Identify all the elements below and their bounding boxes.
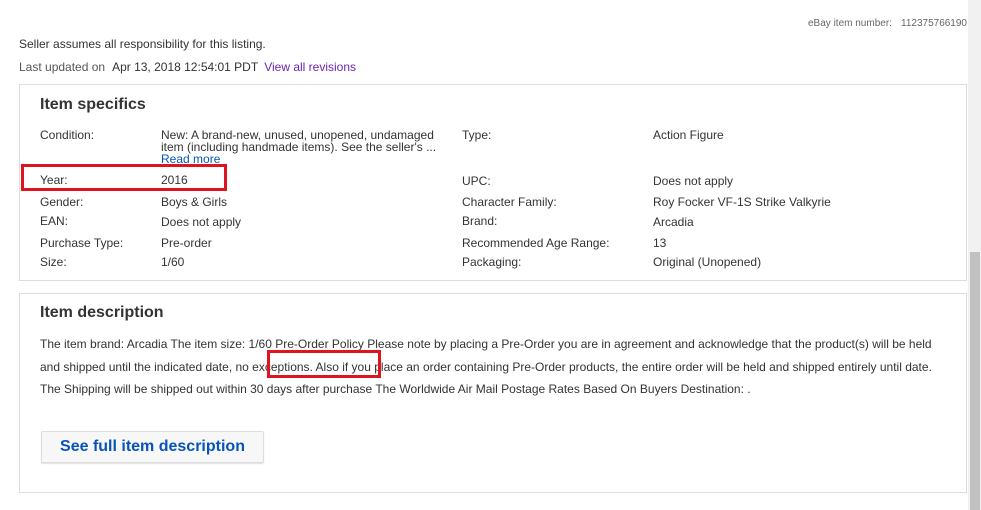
packaging-value: Original (Unopened) xyxy=(653,255,762,269)
brand-value: Arcadia xyxy=(653,215,694,229)
item-description-text: The item brand: Arcadia The item size: 1… xyxy=(40,333,940,401)
upc-label: UPC: xyxy=(462,174,491,188)
indicated-date-highlight-box xyxy=(267,350,381,378)
age-range-value: 13 xyxy=(653,236,667,250)
condition-text: New: A brand-new, unused, unopened, unda… xyxy=(161,128,437,154)
packaging-label: Packaging: xyxy=(462,255,522,269)
ean-label: EAN: xyxy=(40,214,69,228)
description-highlighted-phrase: the indicated date, xyxy=(134,359,233,374)
size-label: Size: xyxy=(40,255,67,269)
item-specifics-title: Item specifics xyxy=(40,96,146,113)
age-range-label: Recommended Age Range: xyxy=(462,236,610,250)
gender-label: Gender: xyxy=(40,195,84,209)
condition-label: Condition: xyxy=(40,128,95,142)
item-number-label: eBay item number: xyxy=(808,18,892,29)
brand-label: Brand: xyxy=(462,214,498,228)
character-family-value: Roy Focker VF-1S Strike Valkyrie xyxy=(653,195,831,209)
character-family-label: Character Family: xyxy=(462,195,557,209)
last-updated: Last updated on Apr 13, 2018 12:54:01 PDT… xyxy=(19,60,356,74)
item-description-title: Item description xyxy=(40,304,164,321)
gender-value: Boys & Girls xyxy=(161,195,228,209)
type-label: Type: xyxy=(462,128,492,142)
last-updated-label: Last updated on xyxy=(19,60,106,74)
seller-note: Seller assumes all responsibility for th… xyxy=(19,37,266,51)
size-value: 1/60 xyxy=(161,255,185,269)
view-all-revisions-link[interactable]: View all revisions xyxy=(264,60,356,74)
scrollbar-thumb[interactable] xyxy=(970,252,980,510)
see-full-description-button[interactable]: See full item description xyxy=(41,431,264,463)
purchase-type-value: Pre-order xyxy=(161,236,212,250)
upc-value: Does not apply xyxy=(653,174,734,188)
condition-value: New: A brand-new, unused, unopened, unda… xyxy=(161,129,451,165)
type-value: Action Figure xyxy=(653,128,724,142)
last-updated-date: Apr 13, 2018 12:54:01 PDT xyxy=(112,60,259,74)
year-highlight-box xyxy=(21,164,227,191)
purchase-type-label: Purchase Type: xyxy=(40,236,124,250)
item-number-value: 112375766190 xyxy=(901,18,967,29)
ean-value: Does not apply xyxy=(161,215,242,229)
